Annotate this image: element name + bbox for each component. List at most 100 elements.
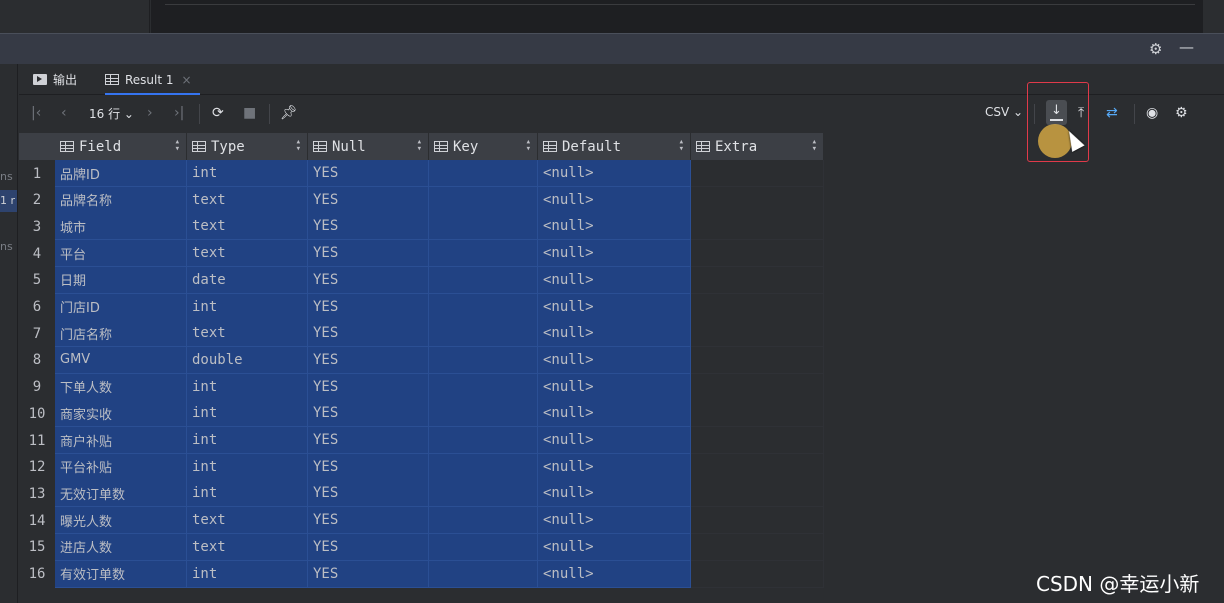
table-cell[interactable]: <null> [538,373,691,401]
table-row[interactable]: 9 下单人数 int YES <null> [19,373,824,401]
table-cell[interactable]: int [187,160,308,187]
table-cell[interactable]: int [187,400,308,428]
minimize-button[interactable]: — [1179,38,1194,56]
sort-icon[interactable]: ▴ ▾ [526,138,531,154]
table-cell[interactable] [429,240,538,268]
table-cell[interactable] [429,266,538,294]
table-cell[interactable]: text [187,533,308,561]
table-row[interactable]: 13 无效订单数 int YES <null> [19,480,824,508]
table-cell[interactable] [691,346,824,374]
table-cell[interactable] [429,453,538,481]
table-cell[interactable]: double [187,346,308,374]
table-cell[interactable]: 品牌名称 [55,186,187,214]
table-cell[interactable]: 无效订单数 [55,480,187,508]
table-cell[interactable]: 品牌ID [55,160,187,187]
table-cell[interactable]: int [187,293,308,321]
close-icon[interactable]: × [182,73,192,87]
table-cell[interactable]: YES [308,400,429,428]
previous-page-icon[interactable]: ‹ [61,105,67,121]
table-cell[interactable] [691,427,824,454]
sort-icon[interactable]: ▴ ▾ [812,138,817,154]
table-cell[interactable] [429,373,538,401]
table-cell[interactable] [691,266,824,294]
table-cell[interactable] [429,480,538,508]
sort-icon[interactable]: ▴ ▾ [679,138,684,154]
table-cell[interactable]: YES [308,346,429,374]
table-cell[interactable]: YES [308,293,429,321]
table-cell[interactable] [429,560,538,588]
table-cell[interactable] [691,560,824,588]
editor-code[interactable] [151,0,1203,33]
table-cell[interactable]: 曝光人数 [55,507,187,535]
table-row[interactable]: 11 商户补贴 int YES <null> [19,427,824,454]
table-cell[interactable]: <null> [538,186,691,214]
table-cell[interactable]: YES [308,160,429,187]
table-cell[interactable]: text [187,507,308,535]
table-cell[interactable]: <null> [538,293,691,321]
table-cell[interactable]: <null> [538,320,691,348]
table-cell[interactable] [691,373,824,401]
column-header-key[interactable]: Key ▴ ▾ [429,133,538,160]
compare-icon[interactable]: ⇄ [1106,105,1118,121]
table-cell[interactable]: YES [308,507,429,535]
table-cell[interactable] [429,533,538,561]
table-cell[interactable] [691,507,824,535]
table-cell[interactable]: YES [308,480,429,508]
table-cell[interactable] [429,213,538,241]
tree-item-fragment[interactable]: 1 r [0,194,15,207]
table-cell[interactable] [429,427,538,454]
format-selector[interactable]: CSV ⌄ [985,105,1023,119]
table-cell[interactable]: <null> [538,507,691,535]
table-cell[interactable]: 城市 [55,213,187,241]
table-cell[interactable]: int [187,373,308,401]
table-cell[interactable] [429,507,538,535]
table-cell[interactable]: 进店人数 [55,533,187,561]
tab-result-1[interactable]: Result 1 × [105,64,200,95]
table-cell[interactable]: GMV [55,346,187,374]
table-cell[interactable] [691,186,824,214]
column-header-default[interactable]: Default ▴ ▾ [538,133,691,160]
table-cell[interactable]: int [187,427,308,454]
table-row[interactable]: 6 门店ID int YES <null> [19,293,824,321]
table-cell[interactable]: 平台 [55,240,187,268]
table-cell[interactable] [691,453,824,481]
table-row[interactable]: 7 门店名称 text YES <null> [19,320,824,348]
refresh-icon[interactable]: ⟳ [212,105,224,121]
table-cell[interactable]: <null> [538,266,691,294]
table-row[interactable]: 8 GMV double YES <null> [19,346,824,374]
services-tree[interactable]: ns 1 r ns [0,64,18,603]
table-cell[interactable]: int [187,453,308,481]
tab-output[interactable]: 输出 [33,64,77,95]
first-page-icon[interactable]: |‹ [31,105,41,121]
table-row[interactable]: 14 曝光人数 text YES <null> [19,507,824,535]
table-cell[interactable]: <null> [538,453,691,481]
table-cell[interactable] [691,293,824,321]
table-cell[interactable]: text [187,240,308,268]
table-cell[interactable] [429,160,538,187]
table-row[interactable]: 5 日期 date YES <null> [19,266,824,294]
table-cell[interactable]: <null> [538,480,691,508]
table-cell[interactable]: YES [308,560,429,588]
sort-icon[interactable]: ▴ ▾ [175,138,180,154]
column-header-field[interactable]: Field ▴ ▾ [55,133,187,160]
rows-count-selector[interactable]: 16 行 ⌄ [89,105,134,122]
table-cell[interactable]: YES [308,427,429,454]
table-cell[interactable]: 下单人数 [55,373,187,401]
table-cell[interactable]: YES [308,320,429,348]
table-cell[interactable] [691,320,824,348]
table-cell[interactable]: YES [308,533,429,561]
table-cell[interactable]: 商家实收 [55,400,187,428]
sort-icon[interactable]: ▴ ▾ [417,138,422,154]
tree-item-fragment[interactable]: ns [0,240,13,253]
table-cell[interactable] [691,240,824,268]
table-cell[interactable] [429,293,538,321]
table-cell[interactable]: <null> [538,213,691,241]
table-cell[interactable] [429,186,538,214]
table-cell[interactable] [691,213,824,241]
table-row[interactable]: 15 进店人数 text YES <null> [19,533,824,561]
table-cell[interactable]: <null> [538,427,691,454]
gear-icon[interactable]: ⚙ [1149,40,1162,58]
table-cell[interactable]: <null> [538,240,691,268]
table-cell[interactable]: 门店ID [55,293,187,321]
table-cell[interactable] [691,533,824,561]
